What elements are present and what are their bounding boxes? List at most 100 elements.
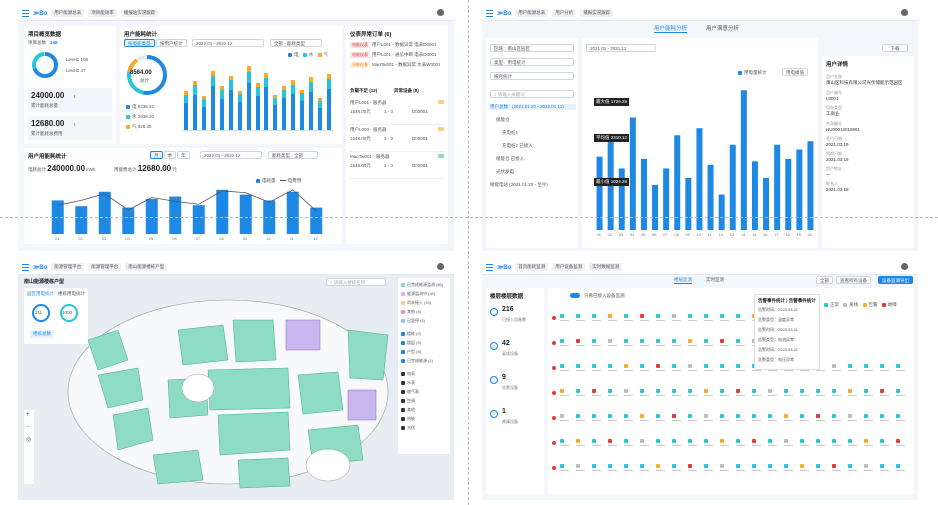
device-cell[interactable] (592, 339, 602, 347)
device-cell[interactable] (832, 439, 842, 447)
device-cell[interactable] (608, 339, 618, 347)
download-button[interactable]: 下载 (882, 44, 908, 52)
period-select[interactable]: 按月统计 (490, 72, 574, 80)
device-cell[interactable] (752, 389, 762, 397)
device-cell[interactable] (624, 439, 634, 447)
device-cell[interactable] (768, 389, 778, 397)
device-cell[interactable] (560, 439, 570, 447)
device-cell[interactable] (640, 389, 650, 397)
export-button[interactable]: 设备监测导出 (878, 276, 913, 284)
device-cell[interactable] (768, 439, 778, 447)
device-cell[interactable] (656, 364, 666, 372)
device-cell[interactable] (816, 414, 826, 422)
device-cell[interactable] (800, 389, 810, 397)
breadcrumb-2[interactable]: 能源管理平台 (88, 263, 122, 271)
device-cell[interactable] (896, 414, 906, 422)
menu-icon[interactable] (486, 9, 493, 17)
device-cell[interactable] (608, 439, 618, 447)
device-cell[interactable] (640, 314, 650, 322)
tree-node[interactable]: 储能仓 (490, 117, 576, 123)
device-cell[interactable] (608, 464, 618, 472)
device-cell[interactable] (592, 414, 602, 422)
tab-abnormal[interactable]: 异常设备 (8) (394, 88, 419, 94)
energy-type-select-2[interactable]: 能耗类型 - 全部 (268, 151, 318, 159)
chart-bar[interactable] (740, 90, 747, 230)
device-cell[interactable] (784, 439, 794, 447)
device-cell[interactable] (576, 364, 586, 372)
search-input[interactable]: ⌕ 请输入关键词 (490, 90, 574, 98)
device-cell[interactable] (720, 339, 730, 347)
device-cell[interactable] (784, 464, 794, 472)
toggle-switch[interactable] (570, 293, 580, 298)
device-cell[interactable] (848, 414, 858, 422)
device-cell[interactable] (640, 364, 650, 372)
tree-node[interactable]: 用户总数 · (2021.01.20 - 2022.01.11) (490, 104, 576, 110)
avatar[interactable] (437, 263, 444, 270)
chart-bar[interactable] (663, 168, 670, 230)
avatar[interactable] (901, 9, 908, 16)
tab-energy-analysis[interactable]: 用户能耗分析 (654, 24, 688, 33)
region-select[interactable]: 区域：南山区园区 (490, 44, 574, 52)
device-cell[interactable] (864, 389, 874, 397)
type-select[interactable]: 类型：用电统计 (490, 58, 574, 66)
device-cell[interactable] (832, 389, 842, 397)
tab-campus[interactable]: 园区用电统计 (27, 291, 54, 297)
device-cell[interactable] (864, 414, 874, 422)
avatar[interactable] (901, 263, 908, 270)
device-cell[interactable] (592, 439, 602, 447)
device-cell[interactable] (784, 414, 794, 422)
date-range-picker-2[interactable]: 2022.01 - 2022.12 (200, 151, 262, 159)
device-cell[interactable] (576, 339, 586, 347)
chart-bar[interactable] (652, 185, 659, 230)
device-cell[interactable] (848, 439, 858, 447)
breadcrumb-2[interactable]: 项目能效率 (88, 9, 117, 17)
device-cell[interactable] (768, 414, 778, 422)
device-cell[interactable] (672, 314, 682, 322)
device-cell[interactable] (704, 364, 714, 372)
device-cell[interactable] (880, 414, 890, 422)
energy-type-select[interactable]: 全部 · 能耗类型 (270, 39, 322, 47)
device-cell[interactable] (864, 464, 874, 472)
breadcrumb-3[interactable]: 实时数据监测 (589, 263, 623, 271)
device-cell[interactable] (720, 439, 730, 447)
chart-bar[interactable] (640, 158, 647, 230)
peak-select[interactable]: 用电峰值 (782, 68, 808, 76)
zoom-out-icon[interactable]: − (26, 424, 30, 430)
device-cell[interactable] (608, 414, 618, 422)
device-cell[interactable] (896, 389, 906, 397)
search-input[interactable]: ⌕ 请输入楼栋名称 (326, 278, 386, 286)
device-cell[interactable] (720, 389, 730, 397)
breadcrumb-1[interactable]: 用户能源总表 (515, 9, 549, 17)
tree-node[interactable]: 充电桩1 (490, 130, 576, 136)
device-cell[interactable] (832, 464, 842, 472)
breadcrumb-3[interactable]: 播报实况跟踪 (580, 9, 614, 17)
device-cell[interactable] (608, 314, 618, 322)
device-cell[interactable] (672, 464, 682, 472)
device-cell[interactable] (672, 389, 682, 397)
device-cell[interactable] (640, 439, 650, 447)
device-cell[interactable] (624, 339, 634, 347)
device-cell[interactable] (560, 314, 570, 322)
device-cell[interactable] (720, 314, 730, 322)
device-cell[interactable] (832, 364, 842, 372)
device-cell[interactable] (576, 464, 586, 472)
device-cell[interactable] (624, 414, 634, 422)
device-cell[interactable] (688, 389, 698, 397)
device-cell[interactable] (752, 464, 762, 472)
device-cell[interactable] (560, 464, 570, 472)
device-cell[interactable] (560, 389, 570, 397)
breadcrumb-2[interactable]: 用户设备监测 (552, 263, 586, 271)
device-cell[interactable] (672, 339, 682, 347)
device-cell[interactable] (560, 339, 570, 347)
device-cell[interactable] (736, 364, 746, 372)
device-cell[interactable] (656, 339, 666, 347)
device-cell[interactable] (576, 414, 586, 422)
device-cell[interactable] (624, 464, 634, 472)
device-cell[interactable] (896, 464, 906, 472)
device-cell[interactable] (688, 364, 698, 372)
device-cell[interactable] (736, 389, 746, 397)
tree-node[interactable]: 储能电站 (2021.01.20 - 至今) (490, 182, 576, 188)
device-cell[interactable] (848, 364, 858, 372)
device-cell[interactable] (880, 389, 890, 397)
device-cell[interactable] (576, 314, 586, 322)
